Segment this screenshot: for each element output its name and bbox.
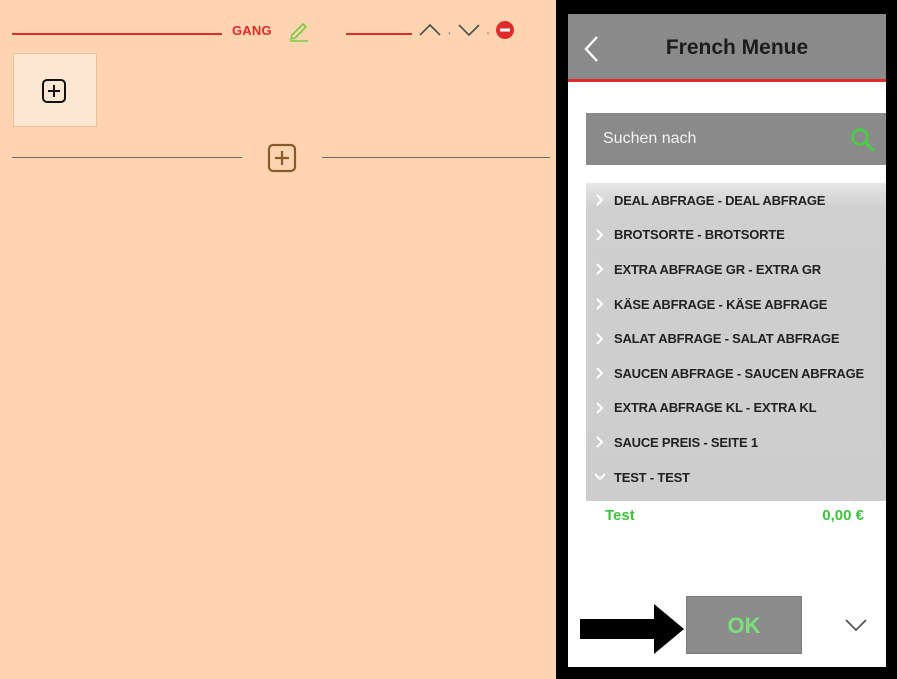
group-row[interactable]: BROTSORTE - BROTSORTE [586, 218, 886, 253]
gang-divider-right [346, 33, 412, 35]
search-bar [586, 113, 886, 165]
group-label: KÄSE ABFRAGE - KÄSE ABFRAGE [614, 296, 828, 312]
gang-editor-panel: GANG · · [0, 0, 557, 679]
chevron-right-icon [586, 229, 614, 241]
chevron-right-icon [586, 298, 614, 310]
group-label: TEST - TEST [614, 469, 690, 485]
menu-dialog: French Menue DEAL ABFRAGE - DEAL ABFRAGE… [568, 14, 886, 667]
group-row[interactable]: DEAL ABFRAGE - DEAL ABFRAGE [586, 183, 886, 218]
sub-item-price: 0,00 € [822, 507, 864, 524]
plus-box-icon [41, 78, 67, 109]
group-label: SAUCEN ABFRAGE - SAUCEN ABFRAGE [614, 365, 864, 381]
group-label: EXTRA ABFRAGE GR - EXTRA GR [614, 261, 821, 277]
group-label: DEAL ABFRAGE - DEAL ABFRAGE [614, 192, 826, 208]
gang-label: GANG [232, 23, 272, 38]
group-label: SALAT ABFRAGE - SALAT ABFRAGE [614, 331, 840, 347]
group-row[interactable]: SAUCE PREIS - SEITE 1 [586, 425, 886, 460]
chevron-right-icon [586, 402, 614, 414]
sub-item-name: Test [605, 507, 635, 524]
move-down-icon[interactable] [457, 23, 481, 42]
nav-separator: · [485, 24, 491, 40]
group-row[interactable]: EXTRA ABFRAGE KL - EXTRA KL [586, 391, 886, 426]
group-row-expanded[interactable]: TEST - TEST [586, 460, 886, 495]
move-up-icon[interactable] [418, 23, 442, 42]
menu-header: French Menue [568, 14, 886, 82]
add-gang-button[interactable] [13, 53, 97, 127]
section-divider-right [322, 157, 550, 158]
modifier-group-list: DEAL ABFRAGE - DEAL ABFRAGE BROTSORTE - … [586, 183, 886, 501]
gang-divider-left [12, 33, 222, 35]
group-label: BROTSORTE - BROTSORTE [614, 227, 785, 243]
chevron-right-icon [586, 436, 614, 449]
group-label: EXTRA ABFRAGE KL - EXTRA KL [614, 400, 817, 416]
add-item-plus-icon[interactable] [266, 142, 298, 179]
gang-nav-controls: · · [418, 20, 515, 44]
section-divider-left [12, 157, 242, 158]
ok-button[interactable]: OK [686, 596, 802, 654]
remove-gang-icon[interactable] [495, 20, 515, 45]
group-row[interactable]: SALAT ABFRAGE - SALAT ABFRAGE [586, 321, 886, 356]
chevron-right-icon [586, 263, 614, 276]
chevron-down-icon [586, 473, 614, 481]
group-row[interactable]: EXTRA ABFRAGE GR - EXTRA GR [586, 252, 886, 287]
selected-sub-item[interactable]: Test 0,00 € [586, 507, 886, 531]
search-icon[interactable] [850, 127, 876, 158]
edit-pencil-icon[interactable] [288, 18, 312, 47]
pointer-arrow-icon [580, 604, 684, 659]
search-input[interactable] [586, 113, 836, 165]
header-accent-line [568, 79, 886, 82]
chevron-down-icon[interactable] [844, 618, 868, 637]
group-label: SAUCE PREIS - SEITE 1 [614, 434, 758, 450]
chevron-right-icon [586, 367, 614, 379]
menu-title: French Menue [665, 36, 809, 59]
nav-separator: · [447, 24, 452, 40]
chevron-right-icon [586, 332, 614, 345]
group-row[interactable]: SAUCEN ABFRAGE - SAUCEN ABFRAGE [586, 356, 886, 391]
chevron-right-icon [586, 194, 614, 207]
group-row[interactable]: KÄSE ABFRAGE - KÄSE ABFRAGE [586, 287, 886, 322]
